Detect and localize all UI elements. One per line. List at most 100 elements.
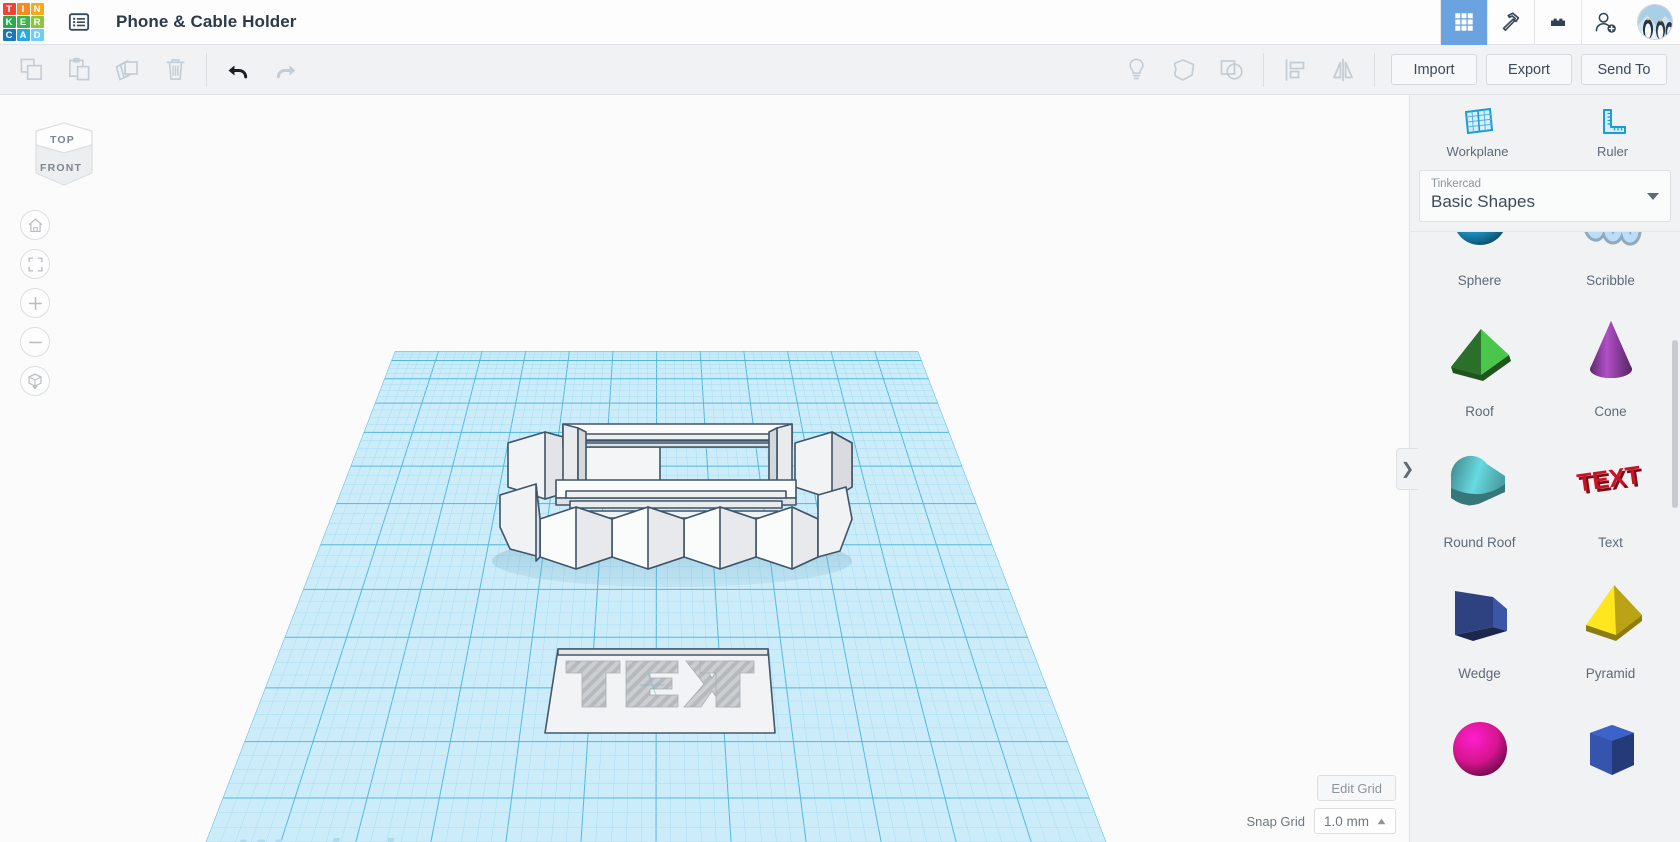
shapes-panel: Workplane Ruler Tinkercad Basic Shapes S… bbox=[1409, 95, 1680, 842]
duplicate-button[interactable] bbox=[103, 45, 151, 95]
sphere-shape bbox=[1414, 232, 1545, 269]
shape-item-label: Text bbox=[1598, 535, 1623, 550]
logo-letter-k-3: K bbox=[2, 16, 16, 28]
top-bar: TIN KER CAD Phone & Cable Holder bbox=[0, 0, 1680, 45]
shape-list[interactable]: Sphere Scribble Roof Cone Round Roof TEXT TEXT… bbox=[1410, 231, 1680, 842]
ruler-icon bbox=[1602, 109, 1626, 134]
notes-button[interactable] bbox=[1112, 45, 1160, 95]
zoom-out-button[interactable] bbox=[20, 327, 50, 357]
menu-button[interactable] bbox=[60, 0, 98, 45]
view-cube[interactable]: TOP FRONT bbox=[28, 115, 100, 193]
duplicate-icon bbox=[115, 59, 138, 81]
toolbar-divider-3 bbox=[1374, 52, 1375, 87]
chevron-up-icon bbox=[1377, 818, 1386, 824]
ruler-tool-label: Ruler bbox=[1596, 144, 1629, 159]
shape-item-wedge[interactable]: Wedge bbox=[1414, 559, 1545, 690]
undo-button[interactable] bbox=[214, 45, 262, 95]
edit-grid-button[interactable]: Edit Grid bbox=[1317, 775, 1396, 801]
fit-to-view-button[interactable] bbox=[20, 249, 50, 279]
shape-item-scribble[interactable]: Scribble bbox=[1545, 232, 1676, 297]
tinkercad-logo[interactable]: TIN KER CAD bbox=[0, 0, 46, 45]
snap-grid-label: Snap Grid bbox=[1246, 813, 1305, 829]
logo-letter-r-5: R bbox=[30, 16, 44, 28]
chevron-down-icon bbox=[1647, 193, 1659, 200]
library-source-label: Tinkercad bbox=[1431, 178, 1482, 190]
shape-item-pyramid[interactable]: Pyramid bbox=[1545, 559, 1676, 690]
shape-item-label: Round Roof bbox=[1443, 535, 1516, 550]
import-button[interactable]: Import bbox=[1391, 54, 1477, 85]
shape-item-roof[interactable]: Roof bbox=[1414, 297, 1545, 428]
logo-letter-i-1: I bbox=[16, 3, 30, 15]
align-icon bbox=[1285, 58, 1305, 81]
roof-shape bbox=[1414, 297, 1545, 400]
align-button[interactable] bbox=[1271, 45, 1319, 95]
shape-item-label: Roof bbox=[1465, 404, 1494, 419]
redo-button[interactable] bbox=[262, 45, 310, 95]
shape-item-cone[interactable]: Cone bbox=[1545, 297, 1676, 428]
shape-item-sphere[interactable]: Sphere bbox=[1414, 232, 1545, 297]
logo-letter-a-7: A bbox=[16, 29, 30, 41]
invite-people-button[interactable] bbox=[1581, 0, 1628, 45]
delete-button[interactable] bbox=[151, 45, 199, 95]
panel-collapse-handle[interactable]: ❯ bbox=[1396, 448, 1418, 490]
logo-letter-n-2: N bbox=[30, 3, 44, 15]
view-cube-icon bbox=[35, 122, 93, 186]
shape-item-unnamed-8[interactable] bbox=[1414, 690, 1545, 821]
shape-item-round-roof[interactable]: Round Roof bbox=[1414, 428, 1545, 559]
snap-grid-row: Snap Grid 1.0 mm bbox=[1246, 808, 1396, 834]
shape-item-text[interactable]: TEXT TEXT Text bbox=[1545, 428, 1676, 559]
export-button[interactable]: Export bbox=[1486, 54, 1572, 85]
shape-list-scrollbar[interactable] bbox=[1672, 340, 1678, 508]
group-button[interactable] bbox=[1160, 45, 1208, 95]
ungroup-button[interactable] bbox=[1208, 45, 1256, 95]
logo-letter-e-4: E bbox=[16, 16, 30, 28]
clipboard-icon bbox=[68, 57, 89, 81]
trash-icon bbox=[166, 59, 184, 80]
library-select-wrap: Tinkercad Basic Shapes bbox=[1410, 170, 1680, 222]
brick-icon bbox=[1551, 18, 1565, 26]
redo-arrow-icon bbox=[276, 65, 296, 78]
logo-letter-d-8: D bbox=[30, 29, 44, 41]
cone-shape bbox=[1545, 297, 1676, 400]
cube-perspective-icon bbox=[28, 373, 42, 390]
list-menu-icon bbox=[68, 13, 90, 31]
snap-grid-select[interactable]: 1.0 mm bbox=[1313, 808, 1396, 834]
round-roof-shape bbox=[1414, 428, 1545, 531]
perspective-toggle-button[interactable] bbox=[20, 366, 50, 396]
sphere-magenta-shape bbox=[1414, 690, 1545, 808]
scribble-shape bbox=[1545, 232, 1676, 269]
shape-item-unnamed-9[interactable] bbox=[1545, 690, 1676, 821]
undo-arrow-icon bbox=[228, 65, 248, 78]
library-name-label: Basic Shapes bbox=[1431, 192, 1535, 211]
tab-codeblocks[interactable] bbox=[1487, 0, 1534, 45]
shape-library-select[interactable]: Tinkercad Basic Shapes bbox=[1419, 170, 1671, 222]
hammer-icon bbox=[1502, 12, 1520, 32]
copy-icon bbox=[20, 58, 42, 80]
logo-letter-c-6: C bbox=[2, 29, 16, 41]
shape-item-label: Scribble bbox=[1586, 273, 1635, 288]
view-cube-front-label: FRONT bbox=[40, 162, 83, 174]
penguin-avatar-image bbox=[1638, 5, 1672, 39]
tab-3d-design[interactable] bbox=[1440, 0, 1487, 45]
workplane-grid-icon bbox=[1464, 107, 1493, 135]
workplane-3d-scene bbox=[200, 351, 1112, 842]
mirror-button[interactable] bbox=[1319, 45, 1367, 95]
paste-button[interactable] bbox=[55, 45, 103, 95]
topbar-nav bbox=[1440, 0, 1680, 45]
grid-controls: Edit Grid Snap Grid 1.0 mm bbox=[1246, 775, 1396, 834]
tab-blocks[interactable] bbox=[1534, 0, 1581, 45]
avatar[interactable] bbox=[1637, 4, 1673, 40]
mirror-flip-icon bbox=[1333, 58, 1353, 81]
home-view-button[interactable] bbox=[20, 210, 50, 240]
shape-item-label: Cone bbox=[1594, 404, 1627, 419]
workplane-tool-label: Workplane bbox=[1446, 144, 1509, 159]
copy-button[interactable] bbox=[7, 45, 55, 95]
workplane-tool[interactable]: Workplane bbox=[1410, 95, 1545, 170]
tinkercad-app: TINKERCAD Phone & Cable Holder Import Ex… bbox=[0, 0, 1680, 842]
snap-grid-value: 1.0 mm bbox=[1323, 813, 1369, 829]
send-to-button[interactable]: Send To bbox=[1581, 54, 1667, 85]
design-viewport[interactable]: Workplane TOP FRONT bbox=[0, 95, 1409, 842]
ruler-tool[interactable]: Ruler bbox=[1545, 95, 1680, 170]
plus-icon bbox=[28, 296, 42, 310]
zoom-in-button[interactable] bbox=[20, 288, 50, 318]
